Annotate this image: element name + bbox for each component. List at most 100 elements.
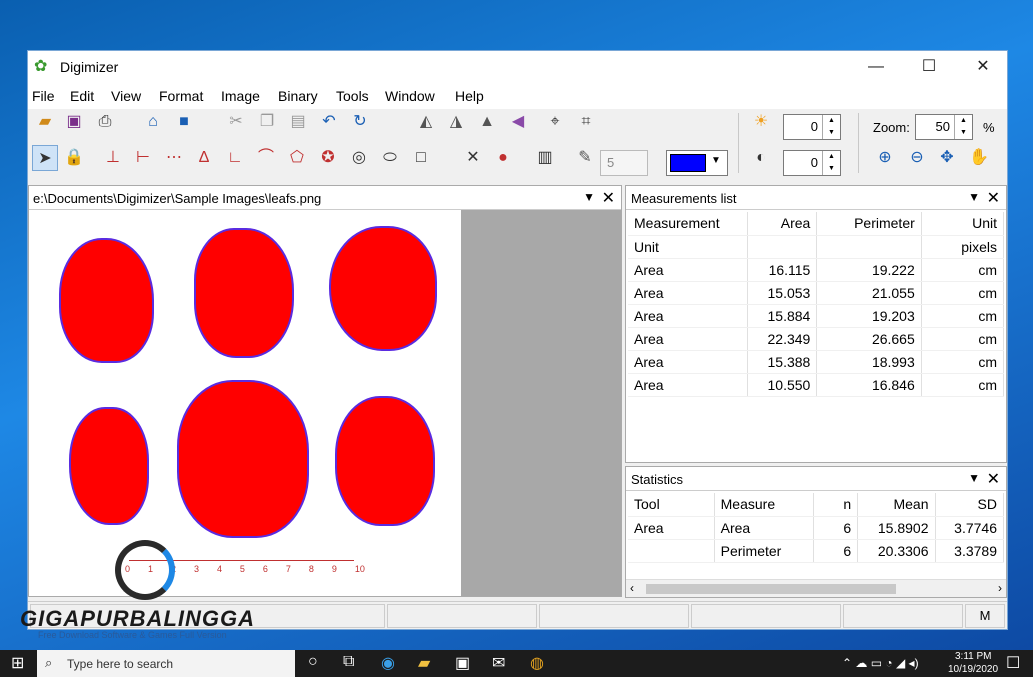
point-icon[interactable]: ● bbox=[490, 145, 516, 171]
print-icon[interactable]: ⎙ bbox=[92, 109, 118, 135]
brush-icon[interactable]: ✎ bbox=[572, 145, 598, 171]
delete-icon[interactable]: ✕ bbox=[460, 145, 486, 171]
measurement-row[interactable]: Unit pixels bbox=[628, 235, 1005, 259]
leaf-object[interactable] bbox=[194, 228, 294, 358]
zoom-in-icon[interactable]: ⊕ bbox=[872, 145, 898, 171]
menu-format[interactable]: Format bbox=[159, 88, 203, 104]
move-icon[interactable]: ✥ bbox=[934, 145, 960, 171]
menu-view[interactable]: View bbox=[111, 88, 141, 104]
cortana-icon[interactable]: ○ bbox=[308, 653, 318, 671]
length-icon[interactable]: ⊢ bbox=[130, 145, 156, 171]
menu-image[interactable]: Image bbox=[221, 88, 260, 104]
menu-file[interactable]: File bbox=[32, 88, 55, 104]
panel-menu-icon[interactable]: ▼ bbox=[583, 190, 595, 204]
scrollbar-thumb[interactable] bbox=[646, 584, 896, 594]
flip-vertical-icon[interactable]: ◀ bbox=[505, 109, 531, 135]
angle-icon[interactable]: ∆ bbox=[191, 145, 217, 171]
pointer-icon[interactable]: ➤ bbox=[32, 145, 58, 171]
statistics-row[interactable]: Area Area 6 15.8902 3.7746 bbox=[628, 516, 1004, 540]
point-size-input[interactable]: 5 bbox=[600, 150, 648, 176]
measurement-row[interactable]: Area 10.550 16.846 cm bbox=[628, 373, 1005, 397]
task-view-icon[interactable]: ⧉ bbox=[343, 653, 354, 671]
leaf-object[interactable] bbox=[335, 396, 435, 526]
minimize-button[interactable]: — bbox=[853, 51, 899, 83]
color-picker[interactable]: ▼ bbox=[666, 150, 728, 176]
crop-icon[interactable]: ⌗ bbox=[573, 109, 599, 135]
file-explorer-icon[interactable]: ▰ bbox=[418, 653, 430, 673]
store-icon[interactable]: ▣ bbox=[455, 653, 470, 673]
measurement-row[interactable]: Area 16.115 19.222 cm bbox=[628, 258, 1005, 282]
spin-arrows-icon[interactable]: ▲ ▼ bbox=[954, 115, 972, 139]
multi-length-icon[interactable]: ⋯ bbox=[161, 145, 187, 171]
measurement-row[interactable]: Area 15.053 21.055 cm bbox=[628, 281, 1005, 305]
mail-icon[interactable]: ✉ bbox=[492, 653, 505, 673]
undo-icon[interactable]: ↶ bbox=[316, 109, 342, 135]
point-size-value: 5 bbox=[607, 155, 615, 170]
zoom-out-icon[interactable]: ⊖ bbox=[904, 145, 930, 171]
column-header: SD bbox=[935, 493, 1004, 517]
measurement-row[interactable]: Area 15.388 18.993 cm bbox=[628, 350, 1005, 374]
cut-icon[interactable]: ✂ bbox=[223, 109, 249, 135]
hand-icon[interactable]: ✋ bbox=[966, 145, 992, 171]
camera-icon[interactable]: ■ bbox=[171, 109, 197, 135]
flip-horizontal-icon[interactable]: ▲ bbox=[474, 109, 500, 135]
close-icon[interactable]: ✕ bbox=[602, 188, 615, 208]
open-icon[interactable]: ▰ bbox=[32, 109, 58, 135]
maximize-button[interactable]: ☐ bbox=[906, 51, 952, 83]
chrome-icon[interactable]: ◍ bbox=[530, 653, 544, 673]
redo-icon[interactable]: ↻ bbox=[347, 109, 373, 135]
barcode-icon[interactable]: ▥ bbox=[532, 145, 558, 171]
contrast-stepper[interactable]: 0 ▲ ▼ bbox=[783, 150, 841, 176]
spin-arrows-icon[interactable]: ▲ ▼ bbox=[822, 151, 840, 175]
measurement-row[interactable]: Area 22.349 26.665 cm bbox=[628, 327, 1005, 351]
rotate-right-icon[interactable]: ◮ bbox=[443, 109, 469, 135]
save-icon[interactable]: ▣ bbox=[61, 109, 87, 135]
taskbar-search[interactable]: ⌕ Type here to search bbox=[37, 650, 295, 677]
menu-help[interactable]: Help bbox=[455, 88, 484, 104]
marker-icon[interactable]: ⊥ bbox=[100, 145, 126, 171]
menu-window[interactable]: Window bbox=[385, 88, 435, 104]
tray-icons[interactable]: ⌃ ☁ ▭ ◔ ◢ ◂) bbox=[842, 656, 919, 670]
panel-menu-icon[interactable]: ▼ bbox=[968, 471, 980, 485]
scanner-icon[interactable]: ⌂ bbox=[140, 109, 166, 135]
statistics-row[interactable]: Perimeter 6 20.3306 3.3789 bbox=[628, 539, 1004, 563]
edge-icon[interactable]: ◉ bbox=[381, 653, 395, 673]
measurements-panel: Measurements list ▼ ✕ Measurement Area Per… bbox=[625, 185, 1007, 463]
close-button[interactable]: ✕ bbox=[960, 51, 1006, 83]
menu-binary[interactable]: Binary bbox=[278, 88, 318, 104]
menu-edit[interactable]: Edit bbox=[70, 88, 94, 104]
horizontal-scrollbar[interactable]: ‹ › bbox=[626, 579, 1006, 597]
brightness-stepper[interactable]: 0 ▲ ▼ bbox=[783, 114, 841, 140]
ellipse-icon[interactable]: ⬭ bbox=[377, 145, 403, 171]
close-icon[interactable]: ✕ bbox=[987, 188, 1000, 208]
spin-arrows-icon[interactable]: ▲ ▼ bbox=[822, 115, 840, 139]
polygon-icon[interactable]: ⬠ bbox=[284, 145, 310, 171]
leaf-object[interactable] bbox=[69, 407, 149, 525]
leaf-object[interactable] bbox=[177, 380, 309, 538]
rectangle-icon[interactable]: □ bbox=[408, 145, 434, 171]
calibrate-icon[interactable]: ⌖ bbox=[542, 109, 568, 135]
panel-menu-icon[interactable]: ▼ bbox=[968, 190, 980, 204]
scroll-left-icon[interactable]: ‹ bbox=[630, 581, 634, 595]
paste-icon[interactable]: ▤ bbox=[285, 109, 311, 135]
lock-icon[interactable]: 🔒 bbox=[61, 145, 87, 171]
circle-icon[interactable]: ◎ bbox=[346, 145, 372, 171]
clock-date[interactable]: 10/19/2020 bbox=[948, 664, 998, 675]
start-icon[interactable]: ⊞ bbox=[11, 653, 24, 673]
clock-time[interactable]: 3:11 PM bbox=[955, 651, 992, 662]
panel-title: Measurements list bbox=[631, 191, 737, 206]
polyline-icon[interactable]: ⌒ bbox=[253, 145, 279, 171]
notification-icon[interactable]: ☐ bbox=[1006, 653, 1020, 673]
menu-tools[interactable]: Tools bbox=[336, 88, 369, 104]
leaf-object[interactable] bbox=[59, 238, 154, 363]
copy-icon[interactable]: ❐ bbox=[254, 109, 280, 135]
shape-icon[interactable]: ✪ bbox=[315, 145, 341, 171]
measurement-row[interactable]: Area 15.884 19.203 cm bbox=[628, 304, 1005, 328]
close-icon[interactable]: ✕ bbox=[987, 469, 1000, 489]
zoom-stepper[interactable]: 50 ▲ ▼ bbox=[915, 114, 973, 140]
angle-90-icon[interactable]: ∟ bbox=[222, 145, 248, 171]
title-bar[interactable]: ✿ Digimizer — ☐ ✕ bbox=[28, 51, 1007, 83]
rotate-left-icon[interactable]: ◭ bbox=[413, 109, 439, 135]
scroll-right-icon[interactable]: › bbox=[998, 581, 1002, 595]
leaf-object[interactable] bbox=[329, 226, 437, 351]
